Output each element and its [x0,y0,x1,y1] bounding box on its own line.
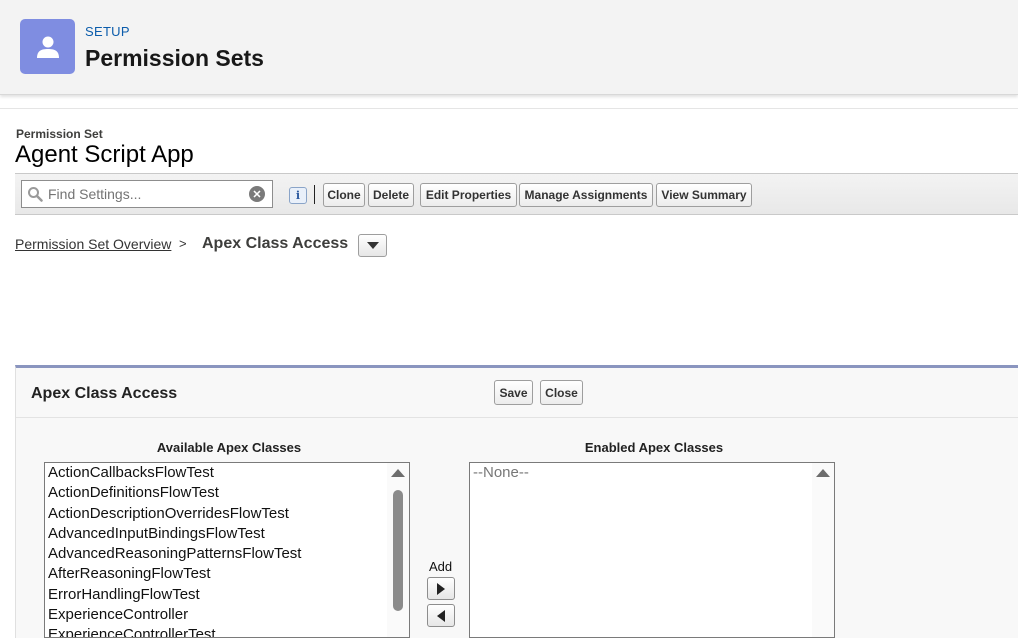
available-classes-options: ActionCallbacksFlowTest ActionDefinition… [45,463,409,637]
permission-set-name: Agent Script App [15,141,194,168]
delete-button[interactable]: Delete [368,183,414,207]
list-item[interactable]: ExperienceControllerTest [45,625,409,637]
breadcrumb-dropdown-button[interactable] [358,234,387,257]
panel-title: Apex Class Access [31,385,178,402]
available-classes-list[interactable]: ActionCallbacksFlowTest ActionDefinition… [44,462,410,638]
clear-icon[interactable]: ✕ [249,186,265,202]
arrow-left-icon [437,609,445,622]
list-item[interactable]: AdvancedReasoningPatternsFlowTest [45,544,409,564]
scrollbar-thumb[interactable] [393,490,403,611]
permission-set-label: Permission Set [16,127,103,141]
list-item[interactable]: ErrorHandlingFlowTest [45,585,409,605]
breadcrumb-current: Apex Class Access [202,235,349,252]
find-settings-box: ✕ [21,180,273,208]
enabled-list-scrollbar[interactable] [812,463,834,637]
list-item[interactable]: ActionCallbacksFlowTest [45,463,409,483]
list-item[interactable]: ActionDefinitionsFlowTest [45,483,409,503]
enabled-classes-list[interactable]: --None-- [469,462,835,638]
list-item[interactable]: --None-- [470,463,834,483]
enabled-classes-label: Enabled Apex Classes [584,440,724,455]
available-classes-label: Available Apex Classes [156,440,302,455]
edit-properties-button[interactable]: Edit Properties [420,183,517,207]
arrow-right-icon [437,582,445,595]
breadcrumb-overview-link[interactable]: Permission Set Overview [15,236,171,252]
find-settings-input[interactable] [48,182,249,206]
save-button[interactable]: Save [494,380,533,405]
view-summary-button[interactable]: View Summary [656,183,752,207]
page-title: Permission Sets [85,45,264,71]
info-icon[interactable]: i [289,187,307,204]
search-icon [22,181,48,207]
toolbar-divider [314,185,315,204]
close-button[interactable]: Close [540,380,583,405]
add-label: Add [429,559,453,574]
list-item[interactable]: AdvancedInputBindingsFlowTest [45,524,409,544]
list-item[interactable]: ExperienceController [45,605,409,625]
available-list-scrollbar[interactable] [387,463,409,637]
scroll-up-icon[interactable] [816,469,830,477]
manage-assignments-button[interactable]: Manage Assignments [519,183,653,207]
panel-header: Apex Class Access Save Close [16,368,1018,418]
header-eyebrow: SETUP [85,24,130,39]
list-item[interactable]: AfterReasoningFlowTest [45,564,409,584]
setup-header: SETUP Permission Sets [0,0,1018,95]
add-button[interactable] [427,577,455,600]
scroll-up-icon[interactable] [391,469,405,477]
list-item[interactable]: ActionDescriptionOverridesFlowTest [45,504,409,524]
clone-button[interactable]: Clone [323,183,365,207]
breadcrumb-separator: > [179,236,187,251]
remove-button[interactable] [427,604,455,627]
toolbar: ✕ i Clone Delete Edit Properties Manage … [15,173,1018,215]
chevron-down-icon [366,242,379,249]
user-icon [20,19,75,74]
